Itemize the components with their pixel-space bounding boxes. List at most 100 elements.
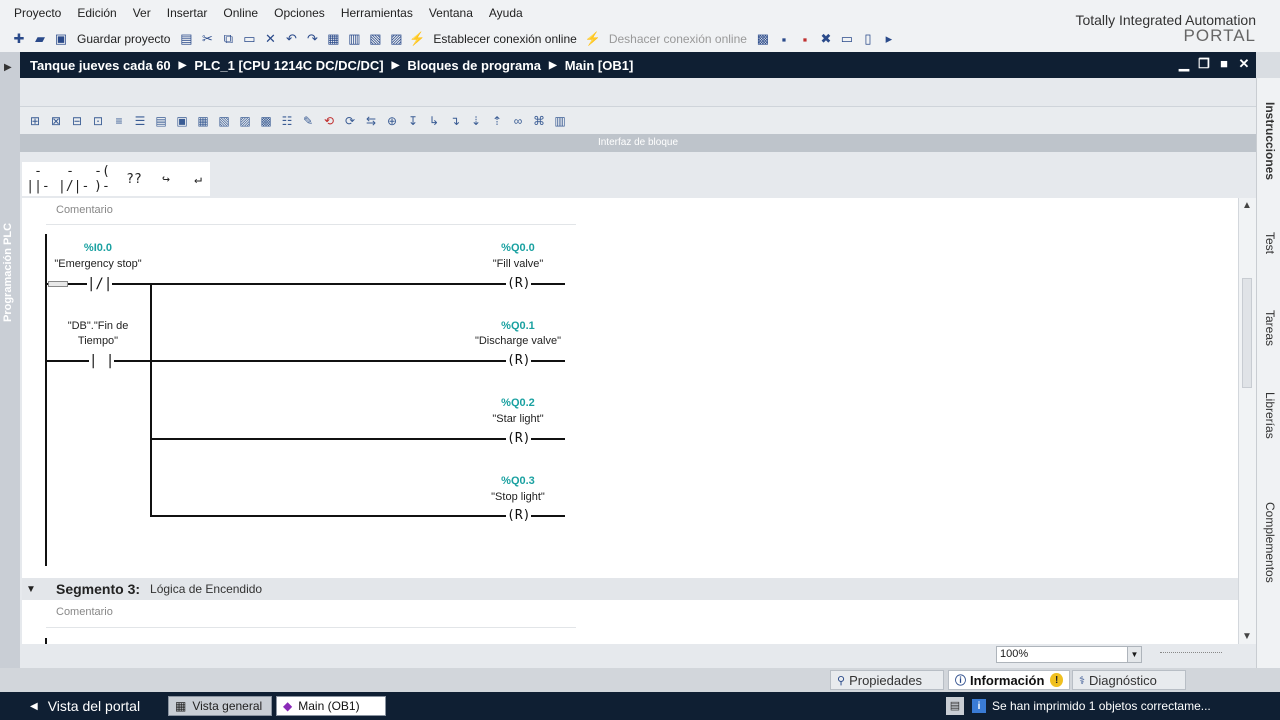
- toolbar-more-icon[interactable]: ▸: [880, 30, 898, 48]
- menu-online[interactable]: Online: [215, 6, 266, 20]
- no-contact-icon[interactable]: -||-: [26, 164, 50, 194]
- tab-diagnostico[interactable]: ⚕ Diagnóstico: [1072, 670, 1186, 690]
- breadcrumb-project[interactable]: Tanque jueves cada 60: [26, 58, 175, 73]
- paste-icon[interactable]: ▭: [240, 30, 258, 48]
- menu-proyecto[interactable]: Proyecto: [6, 6, 69, 20]
- display-options-icon[interactable]: ▨: [236, 112, 254, 130]
- menu-ventana[interactable]: Ventana: [421, 6, 481, 20]
- collapse-arrow-icon[interactable]: ▼: [26, 584, 46, 595]
- network-comment[interactable]: Comentario: [56, 204, 113, 216]
- go-online-icon[interactable]: ⚡: [408, 30, 426, 48]
- open-branch-icon[interactable]: ↪: [154, 172, 178, 187]
- scroll-down-icon[interactable]: ▼: [1242, 631, 1252, 642]
- nc-contact-emergency-stop[interactable]: |/|: [87, 277, 113, 291]
- insert-network-icon[interactable]: ⊞: [26, 112, 44, 130]
- previous-error-icon[interactable]: ⇡: [488, 112, 506, 130]
- comment-toggle-icon[interactable]: ☷: [278, 112, 296, 130]
- menu-ayuda[interactable]: Ayuda: [481, 6, 531, 20]
- stop-cpu-icon[interactable]: ▪: [796, 30, 814, 48]
- print-status-icon[interactable]: ▤: [946, 697, 964, 715]
- simulation-icon[interactable]: ▨: [387, 30, 405, 48]
- network-comment[interactable]: Comentario: [56, 606, 113, 618]
- monitoring-icon[interactable]: ⟲: [320, 112, 338, 130]
- zoom-select[interactable]: 100% ▼: [996, 646, 1142, 663]
- split-horizontal-icon[interactable]: ▭: [838, 30, 856, 48]
- reset-coil-stop-light[interactable]: (R): [506, 509, 532, 523]
- step-icon[interactable]: ↳: [425, 112, 443, 130]
- cross-reference-icon[interactable]: ✖: [817, 30, 835, 48]
- next-error-icon[interactable]: ⇣: [467, 112, 485, 130]
- upload-icon[interactable]: ▧: [366, 30, 384, 48]
- reset-coil-fill-valve[interactable]: (R): [506, 277, 532, 291]
- vertical-scrollbar[interactable]: ▲ ▼: [1238, 198, 1256, 644]
- favorites-icon[interactable]: ▣: [173, 112, 191, 130]
- absolute-operands-icon[interactable]: ▤: [152, 112, 170, 130]
- delete-network-icon[interactable]: ⊠: [47, 112, 65, 130]
- zoom-options-icon[interactable]: ▩: [257, 112, 275, 130]
- copy-icon[interactable]: ⧉: [219, 30, 237, 48]
- menu-ver[interactable]: Ver: [125, 6, 159, 20]
- save-project-button[interactable]: Guardar proyecto: [73, 32, 174, 46]
- portal-view-button[interactable]: ◀ Vista del portal: [30, 698, 140, 714]
- reset-coil-discharge-valve[interactable]: (R): [506, 354, 532, 368]
- menu-insertar[interactable]: Insertar: [159, 6, 216, 20]
- left-navigation-strip[interactable]: ▶ Programación PLC: [0, 52, 20, 692]
- minimize-icon[interactable]: ▁: [1178, 56, 1190, 72]
- edit-icon[interactable]: ✎: [299, 112, 317, 130]
- collapse-all-icon[interactable]: ☰: [131, 112, 149, 130]
- empty-box-icon[interactable]: ??: [122, 172, 146, 187]
- overview-button[interactable]: ▦ Vista general: [168, 696, 272, 716]
- go-to-icon[interactable]: ⟳: [341, 112, 359, 130]
- add-row-icon[interactable]: ⊡: [89, 112, 107, 130]
- tab-propiedades[interactable]: ⚲ Propiedades: [830, 670, 944, 690]
- menu-herramientas[interactable]: Herramientas: [333, 6, 421, 20]
- tab-librerias[interactable]: Librerías: [1261, 388, 1279, 468]
- close-icon[interactable]: ✕: [1238, 56, 1250, 72]
- breadcrumb-program-blocks[interactable]: Bloques de programa: [403, 58, 545, 73]
- undo-icon[interactable]: ↶: [282, 30, 300, 48]
- redo-icon[interactable]: ↷: [303, 30, 321, 48]
- main-ob1-button[interactable]: ◆ Main (OB1): [276, 696, 386, 716]
- plc-programming-label[interactable]: Programación PLC: [2, 223, 14, 322]
- compare-icon[interactable]: ⇆: [362, 112, 380, 130]
- reset-coil-star-light[interactable]: (R): [506, 432, 532, 446]
- maximize-icon[interactable]: ■: [1218, 56, 1230, 72]
- tab-instrucciones[interactable]: Instrucciones: [1261, 98, 1279, 208]
- cut-icon[interactable]: ✂: [198, 30, 216, 48]
- print-block-icon[interactable]: ▥: [551, 112, 569, 130]
- go-offline-button[interactable]: Deshacer conexión online: [605, 32, 751, 46]
- close-branch-icon[interactable]: ↵: [186, 172, 210, 187]
- compile-icon[interactable]: ▦: [324, 30, 342, 48]
- breadcrumb-plc[interactable]: PLC_1 [CPU 1214C DC/DC/DC]: [190, 58, 387, 73]
- menu-opciones[interactable]: Opciones: [266, 6, 333, 20]
- start-cpu-icon[interactable]: ▪: [775, 30, 793, 48]
- dropdown-arrow-icon[interactable]: ▼: [1127, 647, 1141, 662]
- modify-icon[interactable]: ⌘: [530, 112, 548, 130]
- print-icon[interactable]: ▤: [177, 30, 195, 48]
- jump-icon[interactable]: ↧: [404, 112, 422, 130]
- status-message[interactable]: i Se han imprimido 1 objetos correctame.…: [972, 696, 1211, 716]
- tab-tareas[interactable]: Tareas: [1261, 306, 1279, 366]
- float-icon[interactable]: ❐: [1198, 56, 1210, 72]
- scroll-thumb[interactable]: [1242, 278, 1252, 388]
- save-icon[interactable]: ▣: [52, 30, 70, 48]
- new-project-icon[interactable]: ✚: [10, 30, 28, 48]
- network-3-description[interactable]: Lógica de Encendido: [150, 582, 262, 596]
- tab-test[interactable]: Test: [1261, 228, 1279, 278]
- step-over-icon[interactable]: ↴: [446, 112, 464, 130]
- snapshot-icon[interactable]: ⊕: [383, 112, 401, 130]
- tab-informacion[interactable]: ⓘ Información !: [948, 670, 1070, 690]
- nc-contact-icon[interactable]: -|/|-: [58, 164, 89, 194]
- download-icon[interactable]: ▥: [345, 30, 363, 48]
- network-3-header[interactable]: ▼ Segmento 3: Lógica de Encendido: [22, 578, 1238, 600]
- split-vertical-icon[interactable]: ▯: [859, 30, 877, 48]
- delete-icon[interactable]: ✕: [261, 30, 279, 48]
- tab-complementos[interactable]: Complementos: [1261, 498, 1279, 608]
- expand-all-icon[interactable]: ≡: [110, 112, 128, 130]
- menu-edicion[interactable]: Edición: [69, 6, 124, 20]
- block-interface-bar[interactable]: Interfaz de bloque: [20, 134, 1256, 152]
- accessible-devices-icon[interactable]: ▩: [754, 30, 772, 48]
- network-comments-icon[interactable]: ▦: [194, 112, 212, 130]
- no-contact-fin-de-tiempo[interactable]: | |: [89, 354, 115, 368]
- tag-info-icon[interactable]: ▧: [215, 112, 233, 130]
